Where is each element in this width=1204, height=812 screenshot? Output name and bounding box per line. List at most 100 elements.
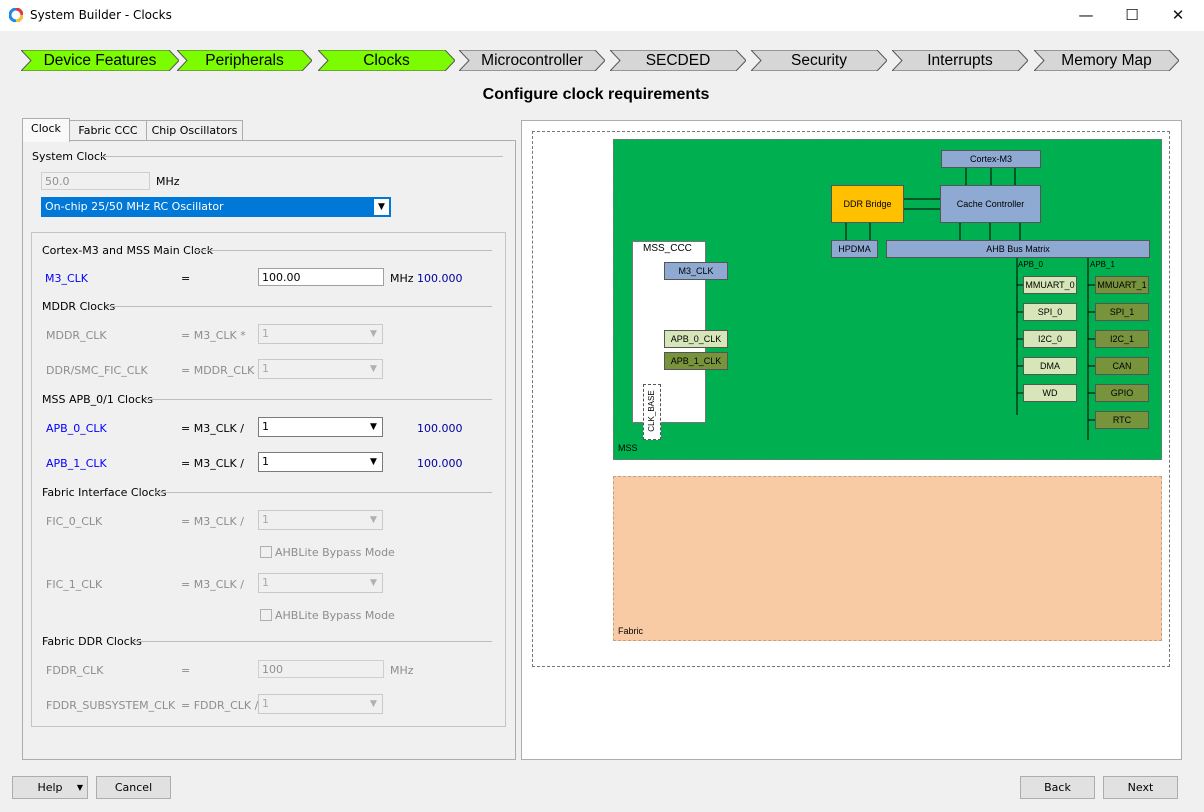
apb1-periph-mmuart_1[interactable]: MMUART_1 (1095, 276, 1149, 294)
mddr-clk-eq: = M3_CLK * (181, 329, 246, 342)
wizard-step-clocks[interactable]: Clocks (318, 50, 455, 71)
ahblite-bypass-checkbox-0[interactable] (260, 546, 272, 558)
apb1-periph-rtc[interactable]: RTC (1095, 411, 1149, 429)
cancel-button[interactable]: Cancel (96, 776, 171, 799)
step-label: Device Features (43, 52, 157, 69)
chevron-down-icon: ▼ (370, 422, 377, 432)
chevron-down-icon: ▼ (370, 699, 377, 709)
chevron-down-icon: ▼ (370, 515, 377, 525)
divider (100, 156, 503, 157)
ahblite-bypass-checkbox-1[interactable] (260, 609, 272, 621)
fabric-label: Fabric (618, 626, 644, 636)
close-button[interactable]: ✕ (1155, 0, 1201, 31)
step-label: SECDED (645, 52, 711, 69)
step-label: Microcontroller (481, 52, 583, 69)
apb1-periph-can[interactable]: CAN (1095, 357, 1149, 375)
wizard-step-security[interactable]: Security (751, 50, 887, 71)
apb1-clk-eq: = M3_CLK / (181, 457, 244, 470)
mddr-clk-select[interactable]: 1 ▼ (258, 324, 383, 344)
mddr-clk-value: 1 (262, 327, 269, 340)
wizard-step-memory-map[interactable]: Memory Map (1034, 50, 1179, 71)
title-bar: System Builder - Clocks — ☐ ✕ (0, 0, 1204, 31)
step-label: Peripherals (205, 52, 284, 69)
group-system-clock: System Clock (32, 150, 107, 163)
tab-chip-oscillators[interactable]: Chip Oscillators (146, 120, 243, 141)
fic1-clk-value: 1 (262, 576, 269, 589)
mddr-clk-label: MDDR_CLK (46, 329, 107, 342)
tab-clock[interactable]: Clock (22, 118, 70, 142)
fddr-clk-unit: MHz (390, 664, 414, 677)
group-main-clock: Cortex-M3 and MSS Main Clock (42, 244, 214, 257)
divider (132, 641, 492, 642)
fic0-clk-value: 1 (262, 513, 269, 526)
fddr-clk-label: FDDR_CLK (46, 664, 104, 677)
system-clock-unit: MHz (156, 175, 180, 188)
system-clock-source-select[interactable]: On-chip 25/50 MHz RC Oscillator ▼ (41, 197, 391, 217)
apb1-clk-value: 1 (262, 455, 269, 468)
m3-clk-unit: MHz (390, 272, 414, 285)
wizard-step-secded[interactable]: SECDED (610, 50, 746, 71)
wizard-step-microcontroller[interactable]: Microcontroller (459, 50, 605, 71)
tab-fabric-ccc[interactable]: Fabric CCC (69, 120, 147, 141)
wizard-step-interrupts[interactable]: Interrupts (892, 50, 1028, 71)
divider (194, 250, 492, 251)
divider (144, 399, 492, 400)
fabric-region[interactable]: Fabric (613, 476, 1162, 641)
m3-clk-input[interactable]: 100.00 (258, 268, 384, 286)
help-button[interactable]: Help ▼ (12, 776, 88, 799)
fic1-clk-eq: = M3_CLK / (181, 578, 244, 591)
next-button[interactable]: Next (1103, 776, 1178, 799)
ddr-smc-fic-clk-select[interactable]: 1 ▼ (258, 359, 383, 379)
fddr-subsystem-clk-eq: = FDDR_CLK / (181, 699, 259, 712)
fddr-subsystem-clk-select[interactable]: 1 ▼ (258, 694, 383, 714)
fic1-clk-select[interactable]: 1 ▼ (258, 573, 383, 593)
apb1-periph-gpio[interactable]: GPIO (1095, 384, 1149, 402)
minimize-button[interactable]: — (1063, 0, 1109, 31)
fic0-clk-label: FIC_0_CLK (46, 515, 103, 528)
apb0-clk-select[interactable]: 1 ▼ (258, 417, 383, 437)
step-label: Interrupts (927, 52, 993, 69)
maximize-button[interactable]: ☐ (1109, 0, 1155, 31)
chevron-down-icon: ▼ (370, 578, 377, 588)
step-label: Security (791, 52, 847, 69)
apb0-periph-mmuart_0[interactable]: MMUART_0 (1023, 276, 1077, 294)
ahblite-bypass-label-0: AHBLite Bypass Mode (275, 546, 395, 559)
apb0-periph-spi_0[interactable]: SPI_0 (1023, 303, 1077, 321)
chevron-down-icon: ▼ (374, 199, 389, 215)
ddr-smc-fic-clk-eq: = MDDR_CLK / (181, 364, 262, 377)
back-button[interactable]: Back (1020, 776, 1095, 799)
bus-connections (845, 168, 1095, 440)
help-label: Help (37, 781, 63, 794)
apb0-clk-value: 1 (262, 420, 269, 433)
fddr-clk-input[interactable]: 100 (258, 660, 384, 678)
apb0-periph-dma[interactable]: DMA (1023, 357, 1077, 375)
page-title: Configure clock requirements (482, 86, 710, 103)
apb0-clk-result: 100.000 (417, 422, 463, 435)
divider (155, 492, 492, 493)
group-mddr-clocks: MDDR Clocks (42, 300, 116, 313)
apb1-periph-i2c_1[interactable]: I2C_1 (1095, 330, 1149, 348)
group-apb-clocks: MSS APB_0/1 Clocks (42, 393, 153, 406)
apb0-clk-eq: = M3_CLK / (181, 422, 244, 435)
apb1-clk-select[interactable]: 1 ▼ (258, 452, 383, 472)
m3-clk-label: M3_CLK (45, 272, 89, 285)
wizard-step-peripherals[interactable]: Peripherals (177, 50, 312, 71)
chevron-down-icon: ▼ (76, 783, 83, 792)
clock-diagram-panel: Cortex-M3 DDR Bridge Cache Controller HP… (521, 120, 1182, 760)
fddr-subsystem-clk-label: FDDR_SUBSYSTEM_CLK (46, 699, 176, 712)
mss-label: MSS (618, 443, 638, 453)
system-clock-frequency-field[interactable]: 50.0 (41, 172, 150, 190)
mss-region: Cortex-M3 DDR Bridge Cache Controller HP… (613, 139, 1162, 460)
apb0-periph-i2c_0[interactable]: I2C_0 (1023, 330, 1077, 348)
system-clock-source-value: On-chip 25/50 MHz RC Oscillator (45, 200, 224, 213)
fic0-clk-select[interactable]: 1 ▼ (258, 510, 383, 530)
apb0-periph-wd[interactable]: WD (1023, 384, 1077, 402)
divider (108, 306, 492, 307)
fic0-clk-eq: = M3_CLK / (181, 515, 244, 528)
apb0-bus-label: APB_0 (1018, 260, 1043, 269)
apb1-periph-spi_1[interactable]: SPI_1 (1095, 303, 1149, 321)
step-label: Clocks (363, 52, 410, 69)
apb1-clk-result: 100.000 (417, 457, 463, 470)
wizard-step-device-features[interactable]: Device Features (21, 50, 179, 71)
fddr-subsystem-clk-value: 1 (262, 697, 269, 710)
